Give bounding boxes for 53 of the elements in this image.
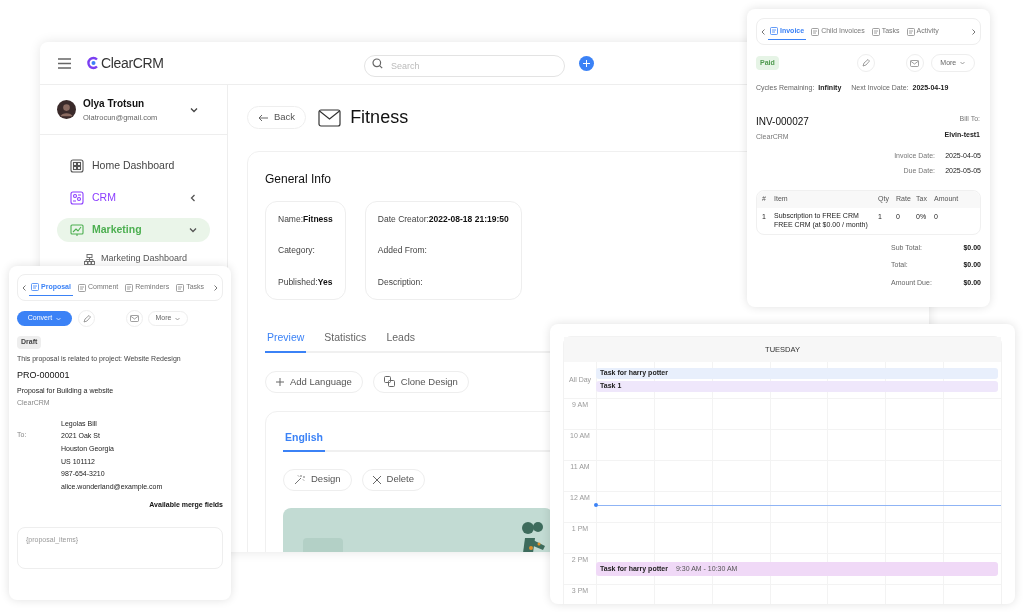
envelope-icon [910, 59, 920, 67]
envelope-icon [318, 108, 342, 127]
add-button[interactable] [579, 55, 594, 71]
nav-item[interactable]: CRM [57, 186, 210, 210]
people-icon [69, 190, 85, 206]
tab[interactable]: Preview [265, 330, 307, 353]
field-label: Published: [278, 275, 318, 289]
page-title: Fitness [350, 106, 409, 129]
logo-icon [87, 56, 99, 70]
pencil-icon [82, 314, 91, 323]
field-label: Description: [377, 275, 423, 289]
field-value: Fitness [303, 212, 333, 226]
nav-item[interactable]: Home Dashboard [57, 154, 210, 178]
field-value: Yes [317, 275, 333, 289]
arrow-left-icon [258, 113, 268, 122]
dashboard-icon [69, 158, 85, 174]
field-label: Added From: [377, 244, 427, 257]
sitemap-icon [84, 253, 95, 265]
nav-subitem[interactable]: Marketing Dashboard [57, 250, 210, 268]
search-field[interactable]: Search [364, 55, 565, 77]
tab[interactable]: Leads [384, 330, 417, 353]
chevron-right-icon[interactable] [971, 28, 976, 35]
chevron-down-icon [960, 61, 966, 65]
logo-text: ClearCRM [101, 53, 164, 73]
avatar [57, 100, 76, 119]
user-name: Olya Trotsun [83, 96, 145, 111]
chevron-down-icon [175, 316, 181, 321]
close-icon [372, 475, 381, 484]
section-heading: General Info [265, 171, 332, 188]
envelope-icon [130, 315, 139, 322]
menu-icon[interactable] [58, 57, 71, 69]
pencil-icon [861, 59, 870, 67]
chart-icon [69, 222, 85, 238]
field-label: Date Creator: [377, 212, 429, 226]
field-label: Category: [278, 244, 315, 257]
chevron-down-icon [56, 316, 62, 321]
chevron-left-icon[interactable] [761, 28, 766, 35]
invoice-number: INV-000027 [756, 114, 809, 129]
search-icon [372, 57, 383, 69]
chevron-right-icon[interactable] [213, 284, 218, 291]
proposal-number: PRO-000001 [17, 369, 70, 382]
plus-icon [276, 377, 284, 386]
magic-wand-icon [294, 474, 305, 485]
tab[interactable]: Statistics [322, 330, 369, 353]
chevron-left-icon [188, 193, 198, 203]
plus-icon [583, 59, 590, 67]
chevron-down-icon [188, 225, 198, 235]
copy-icon [383, 376, 395, 388]
field-label: Name: [278, 212, 304, 226]
language-tab[interactable]: English [283, 429, 325, 452]
document-icon [770, 27, 778, 35]
document-icon [31, 283, 39, 291]
chevron-left-icon[interactable] [22, 284, 27, 291]
